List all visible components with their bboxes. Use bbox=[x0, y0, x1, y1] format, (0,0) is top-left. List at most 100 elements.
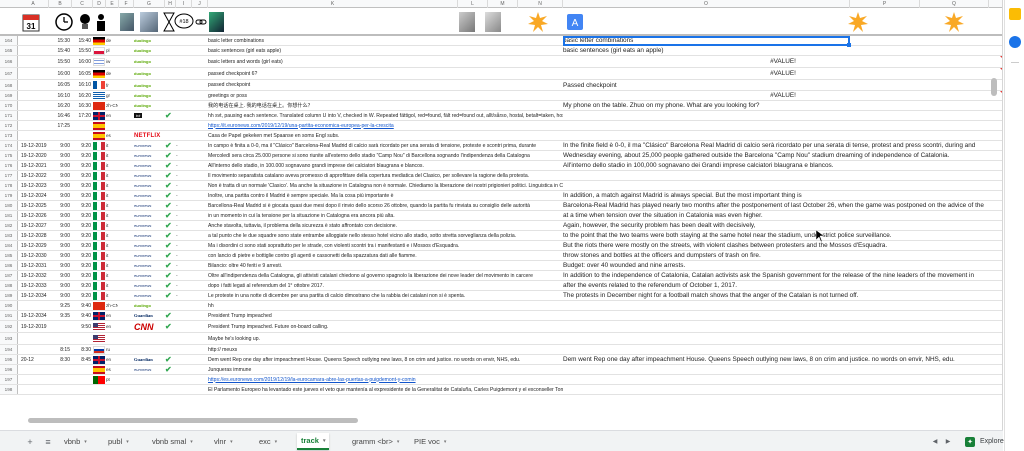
column-header[interactable]: O bbox=[563, 0, 850, 8]
source-logo-cell[interactable] bbox=[134, 121, 164, 130]
source-logo-cell[interactable]: duolingo bbox=[134, 91, 164, 100]
flag-cell[interactable] bbox=[93, 355, 106, 364]
flag-cell[interactable] bbox=[93, 311, 106, 320]
row-number[interactable]: 176 bbox=[0, 161, 18, 170]
column-header[interactable]: I bbox=[176, 0, 192, 8]
table-row[interactable]: 178 19-12-2023 9:00 9:20 it euronews ✔ - Non è t… bbox=[0, 181, 1002, 191]
row-number[interactable]: 184 bbox=[0, 241, 18, 250]
translation-cell[interactable]: basic sentences (girl eats an apple) bbox=[563, 46, 1002, 55]
date-cell[interactable]: 19-12-2027 bbox=[19, 221, 49, 230]
source-logo-cell[interactable]: euronews bbox=[134, 241, 164, 250]
note-cell[interactable]: - bbox=[176, 291, 186, 300]
start-time-cell[interactable]: 16:00 bbox=[49, 68, 72, 79]
note-cell[interactable] bbox=[176, 80, 186, 90]
chevron-down-icon[interactable]: ▾ bbox=[275, 439, 278, 445]
start-time-cell[interactable]: 9:00 bbox=[49, 181, 72, 190]
row-number[interactable]: 183 bbox=[0, 231, 18, 240]
done-cell[interactable]: ✔ bbox=[165, 181, 175, 190]
horizontal-scroll-thumb[interactable] bbox=[28, 418, 358, 423]
note-cell[interactable] bbox=[176, 56, 186, 67]
translation-cell[interactable] bbox=[563, 301, 1002, 310]
date-cell[interactable] bbox=[19, 36, 49, 45]
source-text-cell[interactable]: a tal punto che le due squadre sono stat… bbox=[208, 231, 563, 240]
table-row[interactable]: 197 pt https://es.euronews.com/2019/12/19/… bbox=[0, 375, 1002, 385]
flag-cell[interactable] bbox=[93, 231, 106, 240]
source-logo-cell[interactable]: duolingo bbox=[134, 68, 164, 79]
done-cell[interactable]: ✔ bbox=[165, 231, 175, 240]
flag-cell[interactable] bbox=[93, 345, 106, 354]
language-cell[interactable]: it bbox=[106, 191, 118, 200]
end-time-cell[interactable]: 9:20 bbox=[72, 241, 92, 250]
row-number[interactable]: 196 bbox=[0, 365, 18, 374]
done-cell[interactable]: ✔ bbox=[165, 221, 175, 230]
start-time-cell[interactable]: 9:25 bbox=[49, 301, 72, 310]
source-logo-cell[interactable]: euronews bbox=[134, 281, 164, 290]
source-logo-cell[interactable]: euronews bbox=[134, 171, 164, 180]
source-text-cell[interactable]: https://es.euronews.com/2019/12/19/la-eu… bbox=[208, 375, 563, 384]
language-cell[interactable]: it bbox=[106, 271, 118, 280]
end-time-cell[interactable]: 9:40 bbox=[72, 301, 92, 310]
language-cell[interactable]: en bbox=[106, 311, 118, 320]
end-time-cell[interactable]: 9:20 bbox=[72, 281, 92, 290]
source-logo-cell[interactable]: Guardian bbox=[134, 311, 164, 320]
done-cell[interactable] bbox=[165, 80, 175, 90]
spreadsheet-grid[interactable]: A B C D E F G H I J K L M N O P Q 31 #18… bbox=[0, 0, 1003, 430]
date-cell[interactable]: 20-12 bbox=[19, 355, 49, 364]
done-cell[interactable]: ✔ bbox=[165, 281, 175, 290]
translation-cell[interactable] bbox=[563, 121, 1002, 130]
end-time-cell[interactable]: 9:50 bbox=[72, 321, 92, 332]
chevron-down-icon[interactable]: ▾ bbox=[323, 438, 326, 444]
source-logo-cell[interactable]: euronews bbox=[134, 181, 164, 190]
end-time-cell[interactable]: 9:20 bbox=[72, 271, 92, 280]
done-cell[interactable] bbox=[165, 301, 175, 310]
note-cell[interactable] bbox=[176, 111, 186, 120]
table-row[interactable]: 186 19-12-2031 9:00 9:20 it euronews ✔ - Bilanci… bbox=[0, 261, 1002, 271]
table-row[interactable]: 176 19-12-2021 9:00 9:20 it euronews ✔ - All'int… bbox=[0, 161, 1002, 171]
row-number[interactable]: 166 bbox=[0, 56, 18, 67]
end-time-cell[interactable] bbox=[72, 131, 92, 140]
table-row[interactable]: 187 19-12-2032 9:00 9:20 it euronews ✔ - Oltre a… bbox=[0, 271, 1002, 281]
chevron-down-icon[interactable]: ▾ bbox=[230, 439, 233, 445]
row-number[interactable]: 194 bbox=[0, 345, 18, 354]
flag-cell[interactable] bbox=[93, 80, 106, 90]
note-cell[interactable]: - bbox=[176, 261, 186, 270]
translation-cell[interactable]: The protests in December night for a foo… bbox=[563, 291, 1002, 300]
table-row[interactable]: 180 19-12-2025 9:00 9:20 it euronews ✔ - Barcell… bbox=[0, 201, 1002, 211]
end-time-cell[interactable]: 9:20 bbox=[72, 261, 92, 270]
language-cell[interactable]: it bbox=[106, 231, 118, 240]
done-cell[interactable]: ✔ bbox=[165, 251, 175, 260]
row-number[interactable]: 195 bbox=[0, 355, 18, 364]
table-row[interactable]: 168 16:05 16:10 fr duolingo passed checkpoint… bbox=[0, 80, 1002, 91]
source-text-cell[interactable]: basic letter combinations bbox=[208, 36, 563, 45]
flag-cell[interactable] bbox=[93, 111, 106, 120]
translation-cell[interactable]: In addition to the independence of Catal… bbox=[563, 271, 1002, 280]
note-cell[interactable] bbox=[176, 345, 186, 354]
note-cell[interactable]: - bbox=[176, 151, 186, 160]
row-number[interactable]: 191 bbox=[0, 311, 18, 320]
language-cell[interactable]: es bbox=[106, 365, 118, 374]
language-cell[interactable]: it bbox=[106, 261, 118, 270]
note-cell[interactable]: - bbox=[176, 211, 186, 220]
source-logo-cell[interactable]: euronews bbox=[134, 251, 164, 260]
source-text-cell[interactable]: http:// meuxs bbox=[208, 345, 563, 354]
end-time-cell[interactable]: 16:00 bbox=[72, 56, 92, 67]
translation-cell[interactable]: throw stones and bottles at the officers… bbox=[563, 251, 1002, 260]
note-cell[interactable] bbox=[176, 333, 186, 344]
translation-cell[interactable]: All'interno dello stadio in 100,000 sogn… bbox=[563, 161, 1002, 170]
source-text-cell[interactable]: hh bbox=[208, 301, 563, 310]
note-cell[interactable] bbox=[176, 101, 186, 110]
end-time-cell[interactable]: 16:10 bbox=[72, 80, 92, 90]
date-cell[interactable]: 19-12-2034 bbox=[19, 311, 49, 320]
translation-cell[interactable] bbox=[563, 311, 1002, 320]
done-cell[interactable]: ✔ bbox=[165, 151, 175, 160]
row-number[interactable]: 180 bbox=[0, 201, 18, 210]
tab-vbnb[interactable]: vbnb ▾ bbox=[60, 433, 91, 450]
start-time-cell[interactable]: 15:30 bbox=[49, 36, 72, 45]
row-number[interactable]: 193 bbox=[0, 333, 18, 344]
source-logo-cell[interactable]: euronews bbox=[134, 291, 164, 300]
column-header[interactable]: H bbox=[165, 0, 176, 8]
add-sheet-button[interactable]: + bbox=[24, 435, 36, 448]
table-row[interactable]: 188 19-12-2033 9:00 9:20 it euronews ✔ - dopo i … bbox=[0, 281, 1002, 291]
tab-vlnr[interactable]: vlnr ▾ bbox=[210, 433, 237, 450]
note-cell[interactable]: - bbox=[176, 251, 186, 260]
